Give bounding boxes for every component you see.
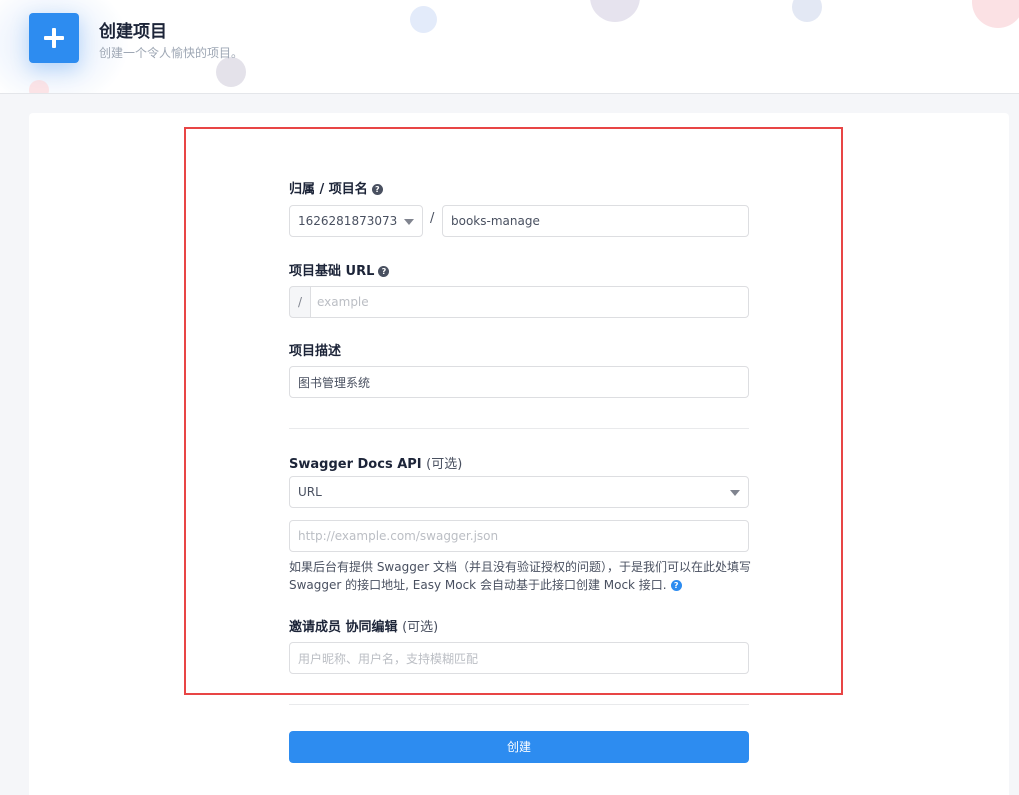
base-url-input[interactable]: example [310, 286, 749, 318]
owner-separator: / [430, 211, 435, 226]
plus-icon [29, 13, 79, 63]
chevron-down-icon [404, 219, 414, 225]
divider [289, 428, 749, 429]
description-input[interactable]: 图书管理系统 [289, 366, 749, 398]
divider [289, 704, 749, 705]
base-url-label: 项目基础 URL? [289, 260, 390, 279]
create-button[interactable]: 创建 [289, 731, 749, 763]
page-header: 创建项目 创建一个令人愉快的项目。 [0, 0, 1019, 94]
swagger-tip: 如果后台有提供 Swagger 文档（并且没有验证授权的问题），于是我们可以在此… [289, 560, 751, 592]
decor-bubble [972, 0, 1019, 28]
decor-bubble [590, 0, 640, 22]
swagger-url-input[interactable]: http://example.com/swagger.json [289, 520, 749, 552]
swagger-type-select[interactable]: URL [289, 476, 749, 508]
help-icon[interactable]: ? [670, 580, 682, 591]
page-title: 创建项目 [99, 22, 167, 42]
members-label: 邀请成员 协同编辑 (可选) [289, 620, 439, 635]
description-label: 项目描述 [289, 344, 342, 359]
help-icon[interactable]: ? [371, 184, 383, 195]
swagger-label: Swagger Docs API (可选) [289, 457, 463, 472]
decor-bubble [792, 0, 822, 22]
page-subtitle: 创建一个令人愉快的项目。 [99, 46, 244, 60]
members-input[interactable]: 用户昵称、用户名，支持模糊匹配 [289, 642, 749, 674]
chevron-down-icon [730, 490, 740, 496]
owner-project-label: 归属 / 项目名? [289, 178, 383, 197]
decor-bubble [29, 80, 49, 93]
project-name-input[interactable]: books-manage [442, 205, 749, 237]
decor-bubble [410, 6, 437, 33]
owner-select[interactable]: 1626281873073 [289, 205, 423, 237]
decor-bubble [216, 57, 246, 87]
help-icon[interactable]: ? [378, 266, 390, 277]
base-url-prefix: / [289, 286, 311, 318]
